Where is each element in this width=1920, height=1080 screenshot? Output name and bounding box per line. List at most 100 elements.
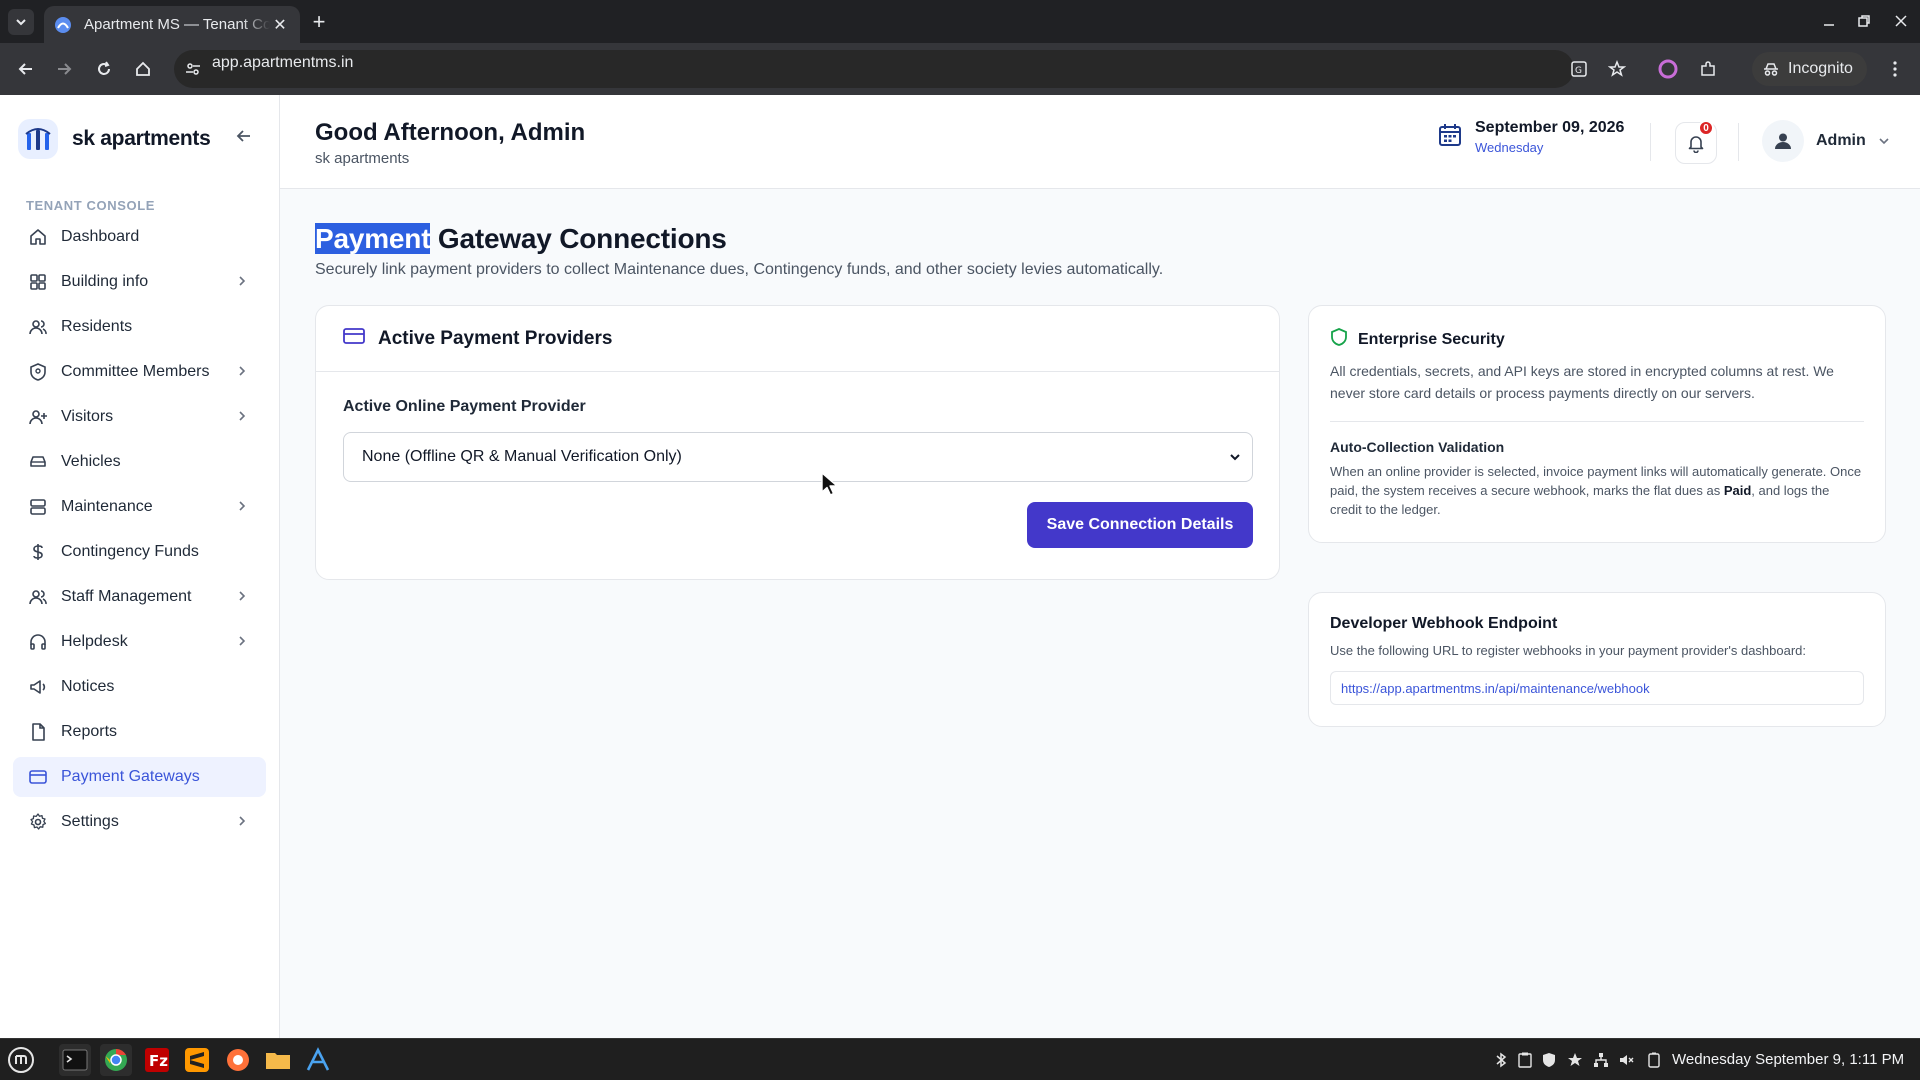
- webhook-endpoint-card: Developer Webhook Endpoint Use the follo…: [1308, 592, 1886, 727]
- firefox-app-icon[interactable]: [222, 1044, 254, 1076]
- close-tab-icon[interactable]: ✕: [270, 15, 290, 35]
- incognito-badge[interactable]: Incognito: [1752, 52, 1867, 86]
- os-taskbar: Fz Wednesday September 9, 1:11 PM: [0, 1038, 1920, 1080]
- sidebar-item-label: Settings: [61, 813, 119, 830]
- address-bar[interactable]: G: [174, 50, 1627, 88]
- sublime-app-icon[interactable]: [181, 1044, 213, 1076]
- notifications-button[interactable]: 0: [1675, 120, 1717, 164]
- sidebar-item-committee-members[interactable]: Committee Members: [13, 352, 266, 392]
- back-icon[interactable]: [12, 55, 40, 83]
- restore-window-icon[interactable]: [1849, 8, 1879, 34]
- bookmark-star-icon[interactable]: [1607, 59, 1627, 83]
- sidebar-item-label: Contingency Funds: [61, 543, 199, 560]
- color-extension-icon[interactable]: [1654, 55, 1682, 83]
- system-clock[interactable]: Wednesday September 9, 1:11 PM: [1672, 1051, 1904, 1068]
- minimize-window-icon[interactable]: [1814, 8, 1844, 34]
- chevron-down-icon: [1228, 450, 1242, 464]
- star-tray-icon[interactable]: [1566, 1051, 1584, 1069]
- avatar: [1762, 120, 1804, 162]
- extensions-puzzle-icon[interactable]: [1694, 55, 1722, 83]
- user-menu[interactable]: Admin: [1762, 120, 1890, 162]
- card-header: Active Payment Providers: [316, 306, 1279, 372]
- battery-icon[interactable]: [1645, 1051, 1663, 1069]
- brand[interactable]: sk apartments: [18, 119, 211, 159]
- new-tab-button[interactable]: +: [306, 9, 332, 35]
- volume-muted-icon[interactable]: [1618, 1051, 1636, 1069]
- sidebar-item-staff-management[interactable]: Staff Management: [13, 577, 266, 617]
- chrome-app-icon[interactable]: [100, 1044, 132, 1076]
- page-title-highlight: Payment: [315, 223, 431, 254]
- sidebar-item-label: Payment Gateways: [61, 768, 200, 785]
- provider-select-label: Active Online Payment Provider: [343, 398, 586, 415]
- site-favicon-icon: [54, 16, 72, 34]
- sidebar-item-building-info[interactable]: Building info: [13, 262, 266, 302]
- auto-collection-description: When an online provider is selected, inv…: [1330, 462, 1864, 519]
- sidebar-item-residents[interactable]: Residents: [13, 307, 266, 347]
- mouse-cursor-icon: [821, 472, 838, 496]
- chevron-right-icon: [234, 363, 250, 379]
- sidebar-item-reports[interactable]: Reports: [13, 712, 266, 752]
- close-window-icon[interactable]: [1886, 8, 1916, 34]
- shield-icon: [27, 361, 49, 383]
- browser-menu-icon[interactable]: [1881, 55, 1909, 83]
- page-title: Payment Gateway Connections: [315, 223, 727, 255]
- bluetooth-icon[interactable]: [1492, 1051, 1510, 1069]
- provider-select[interactable]: None (Offline QR & Manual Verification O…: [343, 432, 1253, 482]
- arrow-left-icon: [236, 130, 250, 142]
- sidebar-item-label: Residents: [61, 318, 133, 335]
- grid-icon: [27, 271, 49, 293]
- sidebar-item-settings[interactable]: Settings: [13, 802, 266, 842]
- dev-app-icon[interactable]: [302, 1044, 334, 1076]
- sidebar-item-label: Committee Members: [61, 363, 210, 380]
- incognito-label: Incognito: [1788, 60, 1853, 77]
- sidebar-item-label: Maintenance: [61, 498, 153, 515]
- chevron-right-icon: [234, 408, 250, 424]
- filezilla-app-icon[interactable]: Fz: [141, 1044, 173, 1076]
- page-title-rest: Gateway Connections: [430, 223, 727, 254]
- sidebar-section-label: TENANT CONSOLE: [26, 198, 156, 213]
- os-menu-icon[interactable]: [5, 1044, 37, 1076]
- sidebar-item-vehicles[interactable]: Vehicles: [13, 442, 266, 482]
- webhook-url-field[interactable]: https://app.apartmentms.in/api/maintenan…: [1330, 671, 1864, 705]
- sidebar-item-label: Vehicles: [61, 453, 121, 470]
- clipboard-icon[interactable]: [1516, 1051, 1534, 1069]
- chevron-right-icon: [234, 633, 250, 649]
- tab-search-button[interactable]: [8, 9, 34, 35]
- credit-card-icon: [27, 766, 49, 788]
- translate-icon[interactable]: G: [1570, 60, 1588, 83]
- home-browser-icon[interactable]: [129, 55, 157, 83]
- chevron-down-icon: [1878, 135, 1890, 147]
- reload-icon[interactable]: [90, 55, 118, 83]
- sidebar-item-label: Staff Management: [61, 588, 192, 605]
- sidebar-item-helpdesk[interactable]: Helpdesk: [13, 622, 266, 662]
- sidebar-item-label: Building info: [61, 273, 149, 290]
- sidebar-item-visitors[interactable]: Visitors: [13, 397, 266, 437]
- notification-count-badge: 0: [1698, 120, 1714, 136]
- sidebar-item-label: Dashboard: [61, 228, 140, 245]
- terminal-app-icon[interactable]: [59, 1044, 91, 1076]
- shield-tray-icon[interactable]: [1540, 1051, 1558, 1069]
- brand-logo-icon: [18, 119, 58, 159]
- save-connection-button[interactable]: Save Connection Details: [1027, 502, 1253, 548]
- network-icon[interactable]: [1592, 1051, 1610, 1069]
- credit-card-icon: [342, 324, 366, 353]
- sidebar-item-maintenance[interactable]: Maintenance: [13, 487, 266, 527]
- sidebar-item-label: Reports: [61, 723, 118, 740]
- browser-toolbar: G app.apartmentms.in Incognito: [0, 43, 1920, 95]
- site-info-icon[interactable]: [184, 60, 202, 83]
- forward-icon[interactable]: [50, 55, 78, 83]
- enterprise-security-card: Enterprise Security All credentials, sec…: [1308, 305, 1886, 543]
- chevron-down-icon: [16, 19, 26, 26]
- sidebar-item-dashboard[interactable]: Dashboard: [13, 217, 266, 257]
- card-header: Enterprise Security: [1330, 328, 1505, 351]
- collapse-sidebar-button[interactable]: [233, 125, 255, 147]
- sidebar-item-contingency-funds[interactable]: Contingency Funds: [13, 532, 266, 572]
- greeting-title: Good Afternoon, Admin: [315, 119, 586, 146]
- users-icon: [27, 586, 49, 608]
- sidebar-item-payment-gateways[interactable]: Payment Gateways: [13, 757, 266, 797]
- header-divider: [1738, 123, 1739, 161]
- files-app-icon[interactable]: [262, 1044, 294, 1076]
- browser-tab-bar: Apartment MS — Tenant Console ✕ +: [0, 0, 1920, 43]
- browser-tab-active[interactable]: Apartment MS — Tenant Console ✕: [44, 6, 300, 43]
- sidebar-item-notices[interactable]: Notices: [13, 667, 266, 707]
